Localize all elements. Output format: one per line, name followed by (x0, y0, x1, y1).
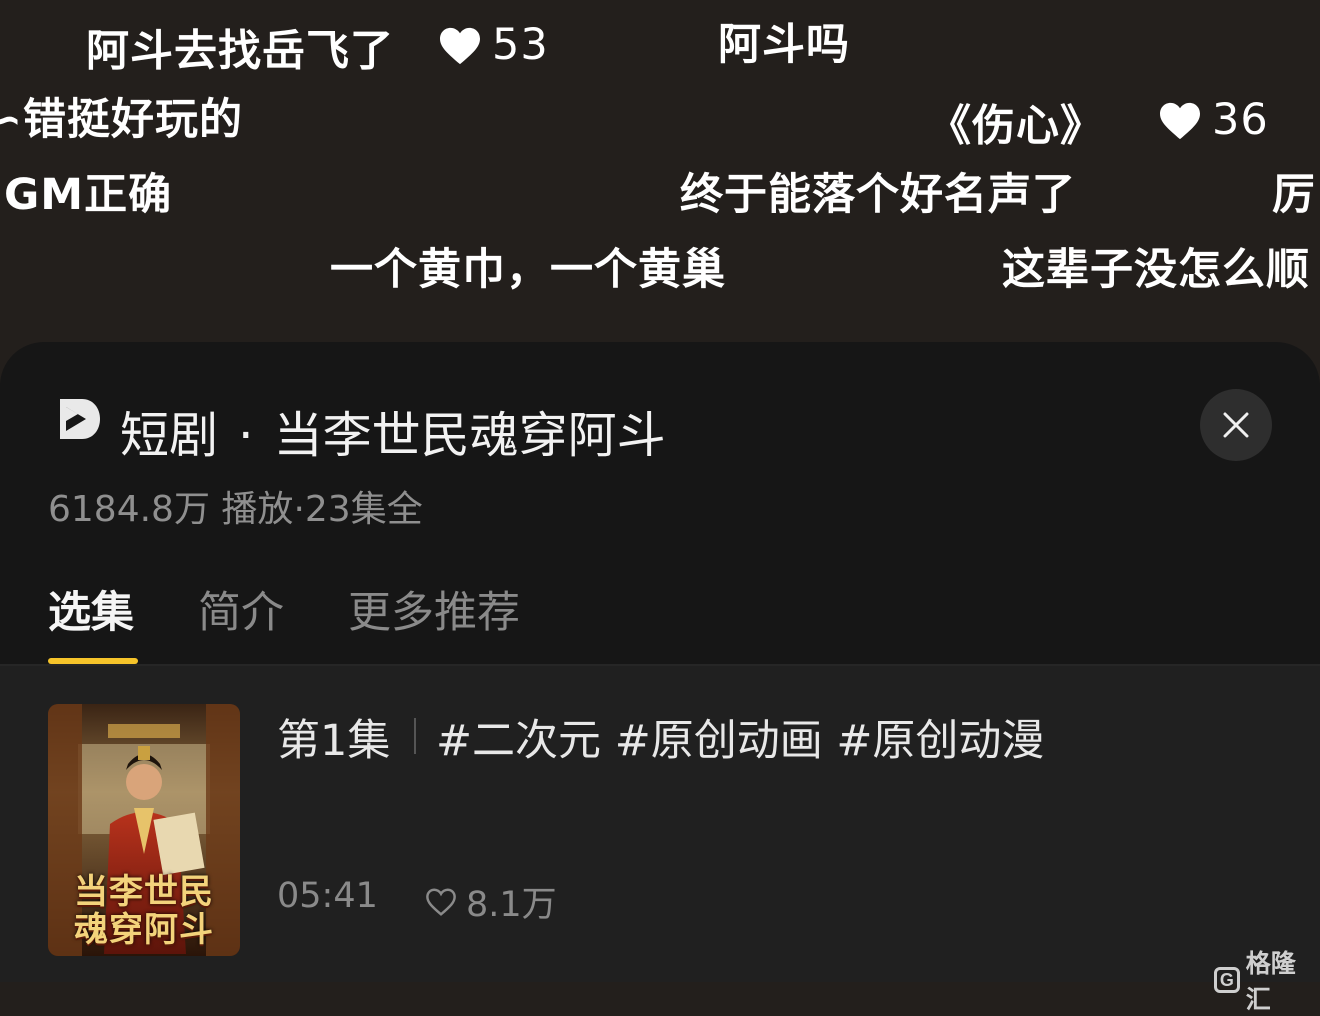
episode-list: 当李世民 魂穿阿斗 第1集 #二次元 #原创动画 #原创动漫 05:41 8.1… (0, 666, 1320, 982)
sheet-header: 短剧 · 当李世民魂穿阿斗 6184.8万 播放·23集全 选集 简介 更多推荐 (0, 342, 1320, 664)
danmaku-item[interactable]: 一个黄巾，一个黄巢 (330, 249, 726, 292)
watermark-logo-icon: G (1214, 967, 1240, 993)
danmaku-item[interactable]: GM正确 (4, 174, 172, 217)
episode-tags[interactable]: #二次元 #原创动画 #原创动漫 (436, 706, 1044, 768)
danmaku-item[interactable]: 阿斗去找岳飞了 53 (86, 24, 549, 74)
short-drama-logo-icon (60, 399, 100, 439)
episode-title[interactable]: 第1集 (277, 706, 390, 768)
series-meta: 6184.8万 播放·23集全 (48, 489, 423, 530)
thumbnail-title: 魂穿阿斗 (74, 910, 214, 950)
danmaku-item[interactable]: 这辈子没怎么顺 (1002, 249, 1310, 292)
episode-thumbnail[interactable]: 当李世民 魂穿阿斗 (48, 704, 240, 956)
tab-intro[interactable]: 简介 (198, 578, 284, 640)
danmaku-item[interactable]: 终于能落个好名声了 (680, 174, 1076, 217)
danmaku-likes: 36 (1158, 99, 1269, 142)
danmaku-item[interactable]: 《伤心》 36 (928, 99, 1269, 149)
close-icon (1223, 412, 1249, 438)
heart-icon (439, 27, 480, 64)
episode-likes: 8.1万 (424, 876, 557, 927)
heart-icon (1159, 102, 1200, 139)
episode-sheet: 短剧·当李世民魂穿阿斗 6184.8万 播放·23集全 选集 简介 更多推荐 (0, 342, 1320, 982)
danmaku-area: 阿斗去找岳飞了 53 阿斗吗 ∽错挺好玩的 《伤心》 36 GM正确 终于能落个… (0, 0, 1320, 350)
episode-duration: 05:41 (277, 876, 378, 916)
watermark: G 格隆汇 (1214, 944, 1320, 1016)
tab-more-recommendations[interactable]: 更多推荐 (348, 578, 520, 640)
heart-outline-icon (426, 887, 456, 916)
episode-separator (414, 718, 416, 754)
tab-episodes[interactable]: 选集 (48, 578, 134, 640)
page-title: 短剧 · 当李世民魂穿阿斗 (120, 407, 666, 464)
close-button[interactable] (1200, 389, 1272, 461)
danmaku-item[interactable]: ∽错挺好玩的 (0, 99, 243, 142)
danmaku-item[interactable]: 厉 (1272, 174, 1316, 217)
danmaku-likes: 53 (438, 24, 549, 67)
danmaku-item[interactable]: 阿斗吗 (718, 24, 850, 67)
